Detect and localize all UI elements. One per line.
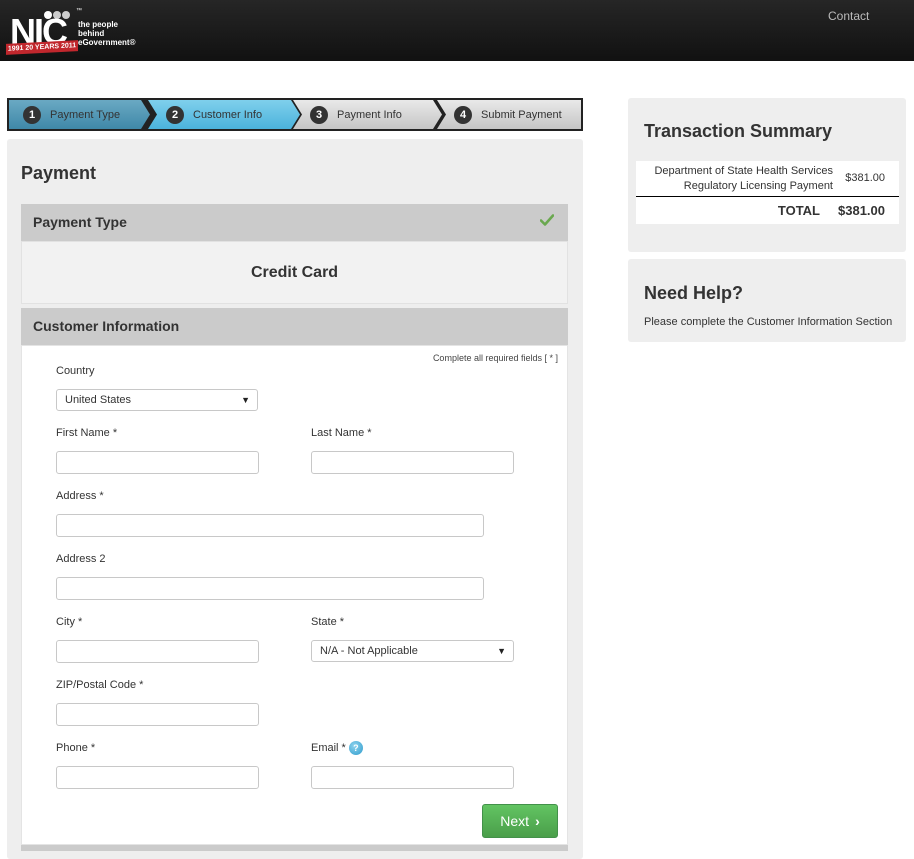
payment-type-value: Credit Card (21, 241, 568, 304)
first-name-input[interactable] (56, 451, 259, 474)
step-submit-payment: 4 Submit Payment (437, 100, 581, 129)
step-label: Payment Info (337, 108, 402, 121)
summary-item-description: Department of State Health Services Regu… (654, 165, 833, 192)
state-label: State * (311, 616, 345, 628)
address-label: Address * (56, 490, 104, 502)
step-number: 4 (454, 105, 472, 124)
section-title: Payment Type (33, 214, 127, 230)
zip-input[interactable] (56, 703, 259, 726)
summary-item-amount: $381.00 (845, 172, 885, 184)
email-label-row: Email *? (311, 741, 363, 755)
last-name-label: Last Name * (311, 427, 372, 439)
step-label: Submit Payment (481, 108, 562, 121)
summary-title: Transaction Summary (644, 121, 833, 141)
dropdown-arrow-icon: ▼ (241, 395, 250, 405)
logo-trademark: ™ (76, 8, 82, 14)
summary-table: Department of State Health Services Regu… (636, 161, 899, 224)
country-selected-value: United States (65, 394, 132, 406)
address2-input[interactable] (56, 577, 484, 600)
customer-info-form: Complete all required fields [ * ] Count… (21, 345, 568, 845)
customer-info-header: Customer Information (21, 308, 568, 345)
step-number: 2 (166, 105, 184, 124)
step-number: 1 (23, 105, 41, 124)
phone-input[interactable] (56, 766, 259, 789)
address-input[interactable] (56, 514, 484, 537)
step-payment-type[interactable]: 1 Payment Type (9, 100, 150, 129)
step-payment-info: 3 Payment Info (293, 100, 442, 129)
logo-banner: 1991 20 YEARS 2011 (6, 40, 78, 55)
email-label: Email * (311, 741, 346, 754)
summary-divider (636, 196, 899, 197)
help-icon[interactable]: ? (348, 741, 363, 755)
next-button-label: Next (500, 813, 530, 829)
state-select[interactable]: N/A - Not Applicable ▼ (311, 640, 514, 662)
last-name-input[interactable] (311, 451, 514, 474)
country-label: Country (56, 365, 95, 377)
summary-total-label: TOTAL (777, 203, 820, 218)
dropdown-arrow-icon: ▼ (497, 646, 506, 656)
checkout-steps: 1 Payment Type 2 Customer Info 3 Payment… (7, 98, 583, 131)
step-label: Customer Info (193, 108, 263, 121)
transaction-summary: Transaction Summary Department of State … (628, 98, 906, 252)
step-number: 3 (310, 105, 328, 124)
help-message: Please complete the Customer Information… (644, 316, 893, 328)
email-input[interactable] (311, 766, 514, 789)
payment-panel: Payment Payment Type Credit Card Custome… (7, 139, 583, 859)
address2-label: Address 2 (56, 553, 106, 565)
step-label: Payment Type (50, 108, 121, 121)
first-name-label: First Name * (56, 427, 118, 439)
need-help-box: Need Help? Please complete the Customer … (628, 259, 906, 342)
summary-total-amount: $381.00 (838, 203, 885, 218)
section-title: Customer Information (33, 318, 180, 334)
chevron-right-icon: › (535, 813, 540, 829)
phone-label: Phone * (56, 742, 96, 754)
city-input[interactable] (56, 640, 259, 663)
country-select[interactable]: United States ▼ (56, 389, 258, 411)
top-header: NIC ™ the people behind eGovernment® 199… (0, 0, 914, 61)
city-label: City * (56, 616, 83, 628)
help-title: Need Help? (644, 283, 744, 303)
contact-link[interactable]: Contact (828, 9, 869, 23)
required-fields-note: Complete all required fields [ * ] (432, 353, 558, 363)
logo-tagline: the people behind eGovernment® (78, 20, 136, 47)
nic-logo[interactable]: NIC ™ the people behind eGovernment® 199… (6, 4, 141, 55)
page-title: Payment (21, 163, 97, 183)
payment-type-header[interactable]: Payment Type (21, 204, 568, 241)
step-customer-info[interactable]: 2 Customer Info (148, 100, 300, 129)
zip-label: ZIP/Postal Code * (56, 679, 144, 691)
checkmark-icon (540, 214, 554, 226)
state-selected-value: N/A - Not Applicable (320, 645, 418, 657)
next-button[interactable]: Next › (482, 804, 558, 838)
next-section-header (21, 845, 568, 851)
